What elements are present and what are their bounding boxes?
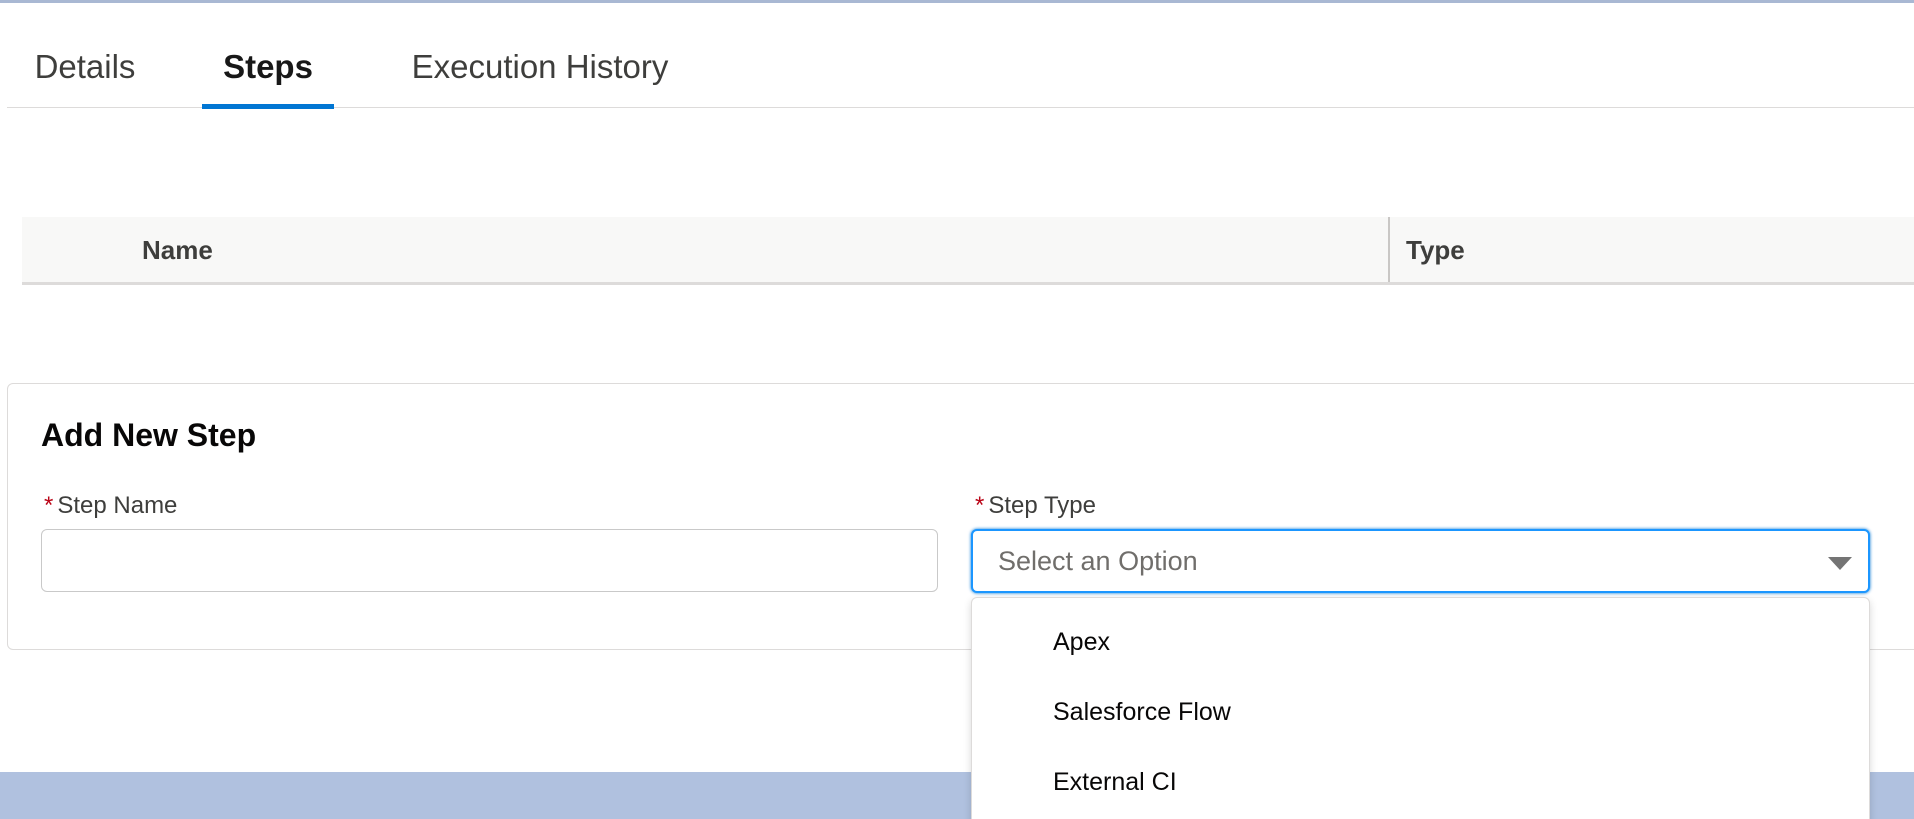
step-name-label: * Step Name [44, 492, 177, 520]
tab-bar: Details Steps Execution History [7, 3, 1914, 109]
required-marker: * [975, 492, 985, 519]
step-type-combobox[interactable]: Select an Option [971, 529, 1870, 593]
step-name-input[interactable] [41, 529, 938, 592]
required-marker: * [44, 492, 54, 519]
step-type-placeholder: Select an Option [998, 546, 1198, 576]
card-title: Add New Step [41, 417, 257, 453]
tab-details[interactable]: Details [30, 3, 140, 108]
column-header-name[interactable]: Name [142, 217, 213, 282]
step-type-dropdown: Apex Salesforce Flow External CI [971, 597, 1870, 819]
option-apex[interactable]: Apex [1053, 628, 1110, 657]
step-type-label: * Step Type [975, 492, 1096, 520]
step-name-label-text: Step Name [57, 492, 178, 519]
tab-steps[interactable]: Steps [202, 3, 334, 109]
step-type-label-text: Step Type [988, 492, 1096, 519]
column-header-type[interactable]: Type [1406, 217, 1465, 282]
option-salesforce-flow[interactable]: Salesforce Flow [1053, 698, 1231, 727]
steps-table-header: Name Type [22, 217, 1914, 285]
option-external-ci[interactable]: External CI [1053, 768, 1177, 797]
chevron-down-icon[interactable] [1828, 557, 1852, 570]
column-divider[interactable] [1388, 217, 1390, 282]
tab-execution-history[interactable]: Execution History [405, 3, 675, 108]
